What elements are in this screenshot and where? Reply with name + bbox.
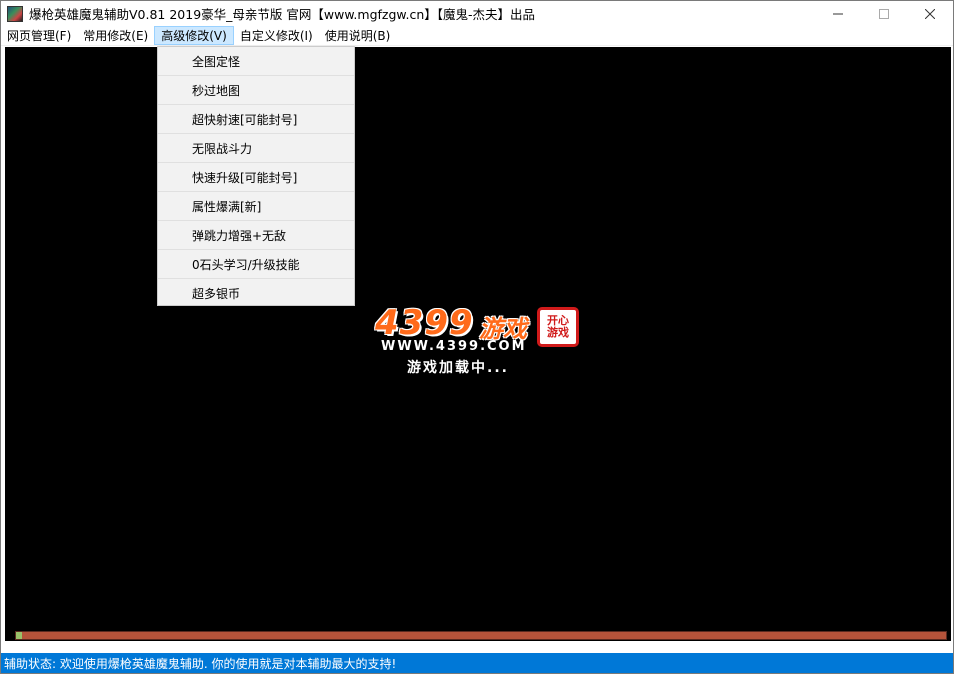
dropdown-item-infinite-power[interactable]: 无限战斗力 xyxy=(158,134,354,163)
close-icon xyxy=(925,8,935,19)
dropdown-item-max-stats[interactable]: 属性爆满[新] xyxy=(158,192,354,221)
status-bar: 辅助状态: 欢迎使用爆枪英雄魔鬼辅助. 你的使用就是对本辅助最大的支持! xyxy=(1,653,953,673)
dropdown-item-fast-fire[interactable]: 超快射速[可能封号] xyxy=(158,105,354,134)
dropdown-item-fast-levelup[interactable]: 快速升级[可能封号] xyxy=(158,163,354,192)
menu-web-manage[interactable]: 网页管理(F) xyxy=(1,26,77,45)
dropdown-item-silver-coins[interactable]: 超多银币 xyxy=(158,279,354,308)
title-bar[interactable]: 爆枪英雄魔鬼辅助V0.81 2019豪华_母亲节版 官网【www.mgfzgw.… xyxy=(1,1,953,26)
dropdown-item-jump-invincible[interactable]: 弹跳力增强+无敌 xyxy=(158,221,354,250)
loading-progress-fill xyxy=(16,632,22,639)
menu-common-modify[interactable]: 常用修改(E) xyxy=(77,26,154,45)
game-canvas[interactable]: 4399 游戏 WWW.4399.COM 开心 游戏 游戏加载中... xyxy=(5,47,951,641)
dropdown-item-skip-map[interactable]: 秒过地图 xyxy=(158,76,354,105)
minimize-button[interactable] xyxy=(815,1,861,26)
logo-number: 4399 xyxy=(375,303,474,343)
loading-progress-bar xyxy=(15,631,947,640)
app-window: 爆枪英雄魔鬼辅助V0.81 2019豪华_母亲节版 官网【www.mgfzgw.… xyxy=(0,0,954,674)
maximize-button[interactable] xyxy=(861,1,907,26)
app-icon[interactable] xyxy=(7,5,23,22)
status-text: 辅助状态: 欢迎使用爆枪英雄魔鬼辅助. 你的使用就是对本辅助最大的支持! xyxy=(4,656,397,671)
menu-advanced-modify[interactable]: 高级修改(V) xyxy=(154,26,234,45)
seal-icon: 开心 游戏 xyxy=(537,307,579,347)
dropdown-item-skill-learn[interactable]: 0石头学习/升级技能 xyxy=(158,250,354,279)
minimize-icon xyxy=(833,13,843,14)
window-title: 爆枪英雄魔鬼辅助V0.81 2019豪华_母亲节版 官网【www.mgfzgw.… xyxy=(29,7,536,22)
menu-instructions[interactable]: 使用说明(B) xyxy=(319,26,397,45)
menu-bar: 网页管理(F) 常用修改(E) 高级修改(V) 自定义修改(I) 使用说明(B) xyxy=(1,26,953,46)
maximize-icon xyxy=(879,8,889,19)
window-controls xyxy=(815,1,953,26)
advanced-modify-dropdown: 全图定怪 秒过地图 超快射速[可能封号] 无限战斗力 快速升级[可能封号] 属性… xyxy=(157,46,355,306)
loading-text: 游戏加载中... xyxy=(407,360,509,376)
dropdown-item-freeze-monsters[interactable]: 全图定怪 xyxy=(158,47,354,76)
logo-url: WWW.4399.COM xyxy=(381,339,527,354)
close-button[interactable] xyxy=(907,1,953,26)
menu-custom-modify[interactable]: 自定义修改(I) xyxy=(234,26,319,45)
